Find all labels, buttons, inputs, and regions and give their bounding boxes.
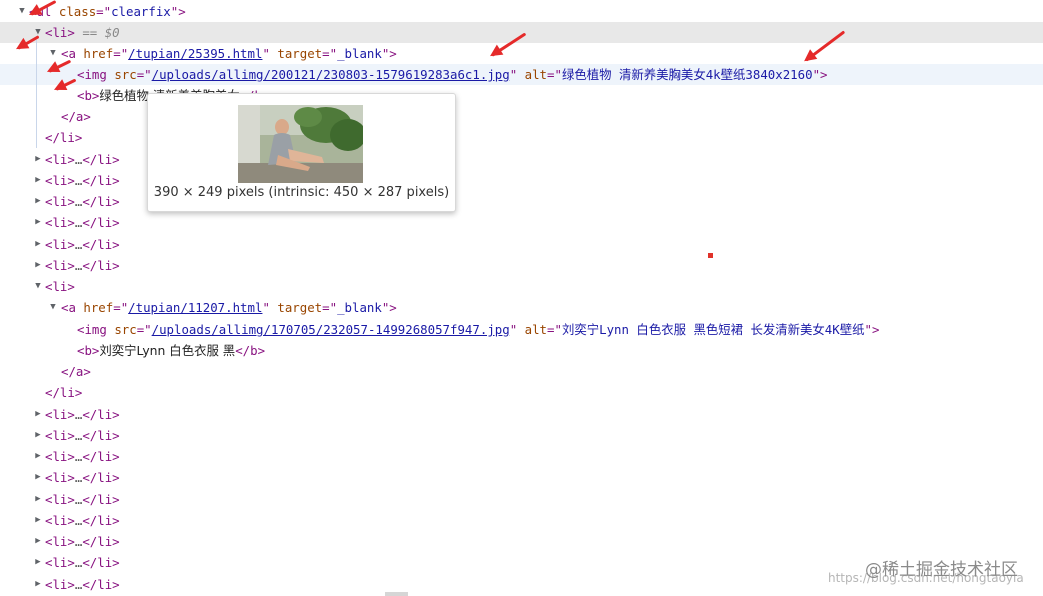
triangle-right-icon[interactable]: ▶ [33,552,43,573]
href-link[interactable]: /tupian/25395.html [128,46,262,61]
triangle-right-icon[interactable]: ▶ [33,467,43,488]
a-row[interactable]: ▼ <a href="/tupian/25395.html" target="_… [0,43,1043,64]
triangle-right-icon[interactable]: ▶ [33,446,43,467]
alt-value: 绿色植物 清新养美胸美女4k壁纸3840x2160 [561,67,813,82]
li-row[interactable]: ▼ <li> [0,276,1043,297]
photo-thumbnail-icon [238,105,363,183]
collapsed-li-row[interactable]: ▶ <li>…</li> [0,404,1043,425]
triangle-right-icon[interactable]: ▶ [33,191,43,212]
triangle-down-icon[interactable]: ▼ [48,297,58,318]
class-value: clearfix [111,4,171,19]
image-dimensions-caption: 390 × 249 pixels (intrinsic: 450 × 287 p… [153,185,450,200]
collapsed-li-row[interactable]: ▶ <li>…</li> [0,510,1043,531]
triangle-right-icon[interactable]: ▶ [33,489,43,510]
class-attr: class [58,4,97,19]
triangle-right-icon[interactable]: ▶ [33,404,43,425]
collapsed-li-row[interactable]: ▶ <li>…</li> [0,234,1043,255]
triangle-right-icon[interactable]: ▶ [33,234,43,255]
img-row[interactable]: <img src="/uploads/allimg/200121/230803-… [0,64,1043,85]
ul-open-row[interactable]: ▼ <ul class="clearfix"> [0,1,1043,22]
triangle-right-icon[interactable]: ▶ [33,149,43,170]
triangle-right-icon[interactable]: ▶ [33,425,43,446]
triangle-down-icon[interactable]: ▼ [17,1,27,22]
a-close-row[interactable]: </a> [0,361,1043,382]
img-row[interactable]: <img src="/uploads/allimg/170705/232057-… [0,319,1043,340]
href-link[interactable]: /tupian/11207.html [128,300,262,315]
red-marker-dot [708,253,713,258]
collapsed-li-row[interactable]: ▶ <li>…</li> [0,255,1043,276]
triangle-right-icon[interactable]: ▶ [33,255,43,276]
alt-value: 刘奕宁Lynn 白色衣服 黑色短裙 长发清新美女4K壁纸 [561,322,865,337]
collapsed-li-row[interactable]: ▶ <li>…</li> [0,489,1043,510]
collapsed-li-row[interactable]: ▶ <li>…</li> [0,446,1043,467]
triangle-right-icon[interactable]: ▶ [33,574,43,595]
preview-thumbnail [238,105,363,183]
b-text: 刘奕宁Lynn 白色衣服 黑 [99,343,236,358]
subtree-guide-line [36,40,37,148]
collapsed-li-row[interactable]: ▶ <li>…</li> [0,212,1043,233]
collapsed-li-row[interactable]: ▶ <li>…</li> [0,531,1043,552]
li-close-row[interactable]: </li> [0,382,1043,403]
a-row[interactable]: ▼ <a href="/tupian/11207.html" target="_… [0,297,1043,318]
collapsed-li-row[interactable]: ▶ <li>…</li> [0,425,1043,446]
li-selected-row[interactable]: ▼ <li> == $0 [0,22,1043,43]
watermark: @稀土掘金技术社区 [865,560,1018,580]
triangle-right-icon[interactable]: ▶ [33,212,43,233]
horizontal-scrollbar[interactable] [385,592,408,596]
image-preview-tooltip: 390 × 249 pixels (intrinsic: 450 × 287 p… [147,93,456,212]
src-link[interactable]: /uploads/allimg/170705/232057-1499268057… [152,322,510,337]
li-tag: <li> [45,25,75,40]
triangle-right-icon[interactable]: ▶ [33,531,43,552]
src-link[interactable]: /uploads/allimg/200121/230803-1579619283… [152,67,510,82]
triangle-right-icon[interactable]: ▶ [33,170,43,191]
triangle-down-icon[interactable]: ▼ [33,276,43,297]
triangle-right-icon[interactable]: ▶ [33,510,43,531]
selected-marker: == $0 [82,25,120,40]
b-row[interactable]: <b>刘奕宁Lynn 白色衣服 黑</b> [0,340,1043,361]
collapsed-li-row[interactable]: ▶ <li>…</li> [0,467,1043,488]
